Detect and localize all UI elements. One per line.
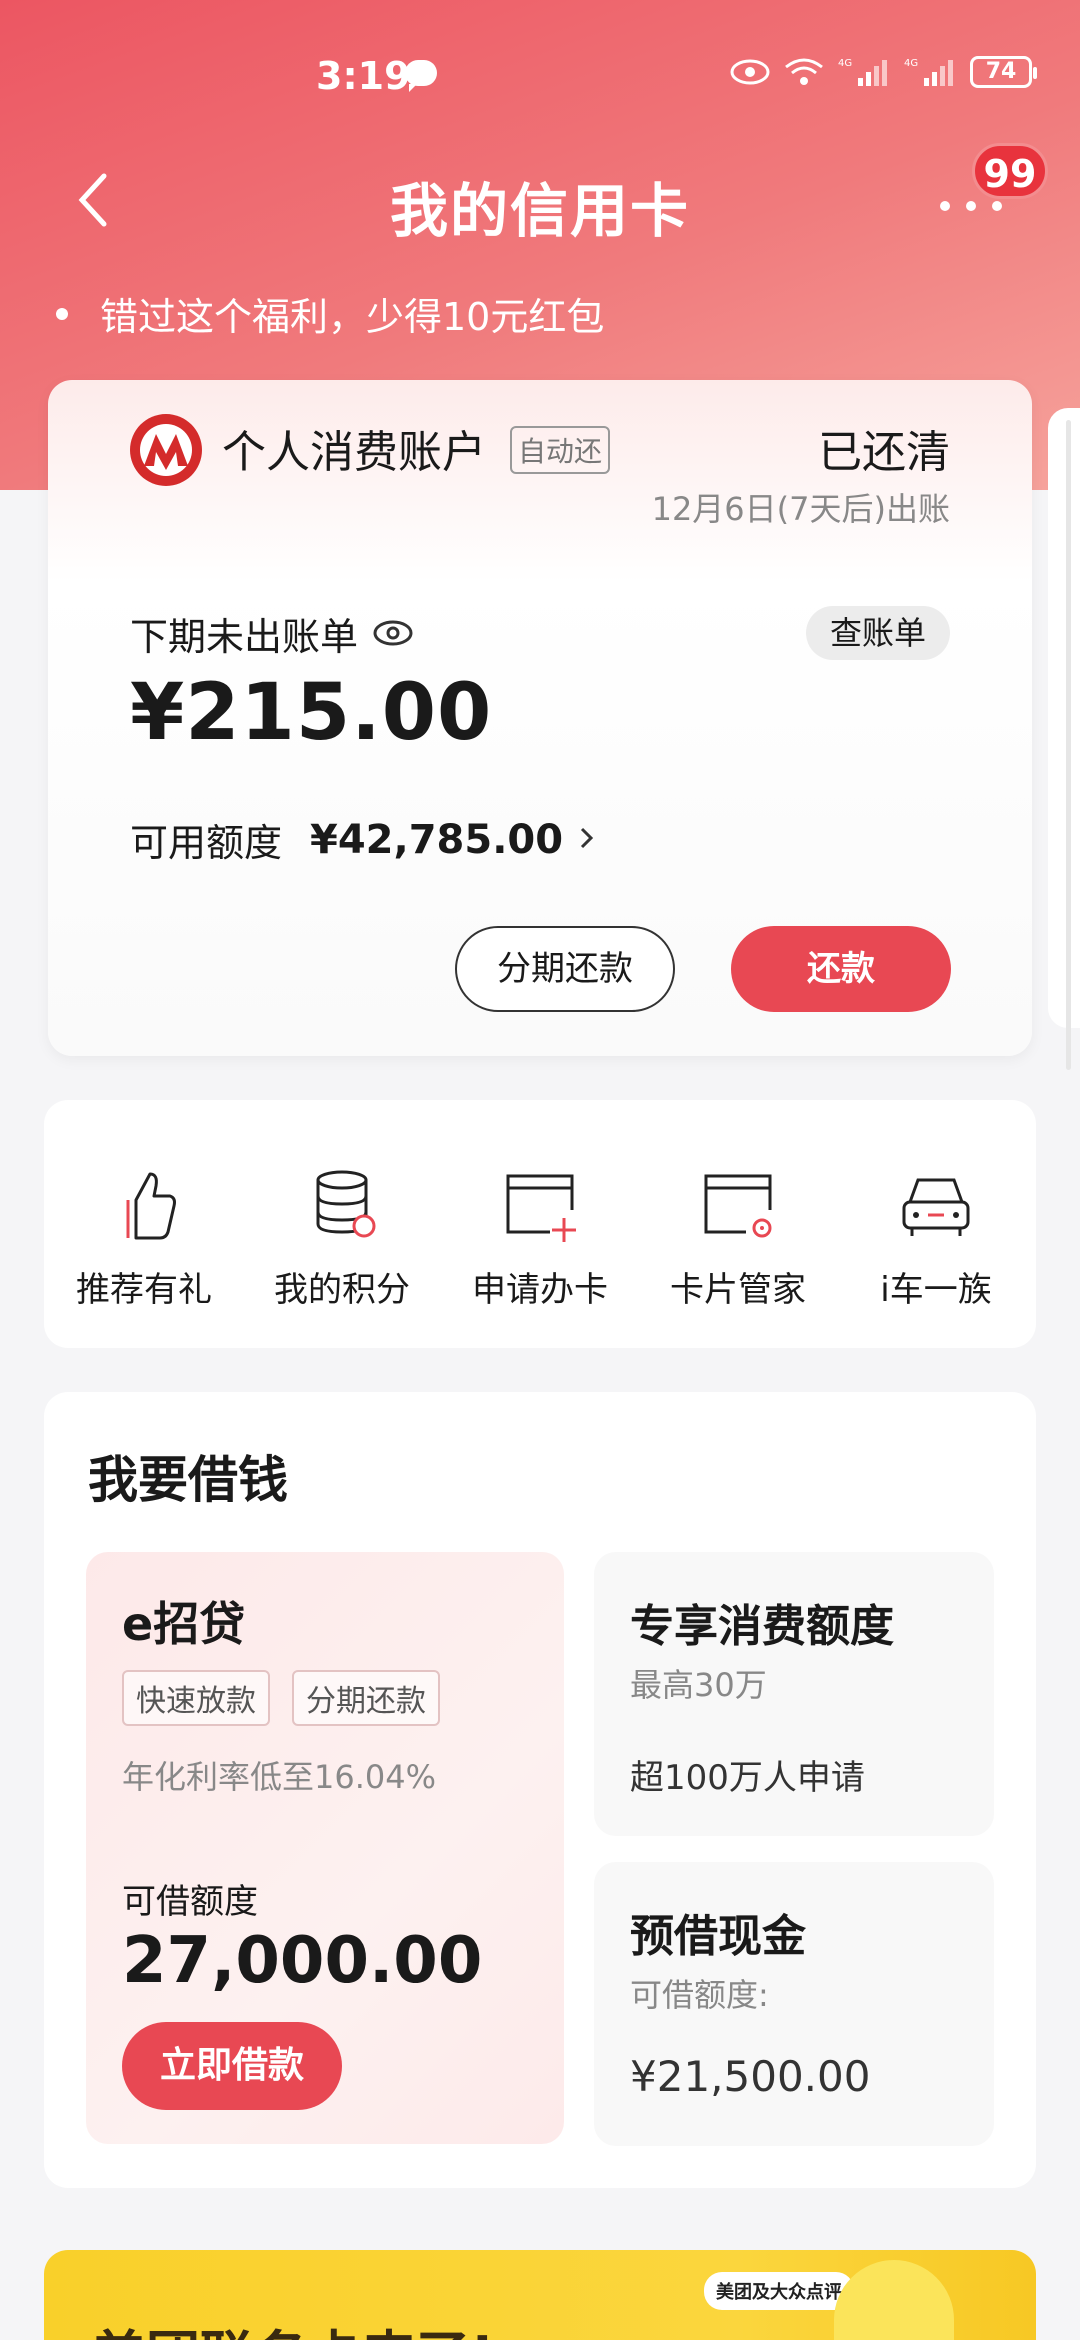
- loan-rate: 年化利率低至16.04%: [122, 1758, 437, 1796]
- limit-label: 可用额度: [130, 821, 283, 865]
- account-name: 个人消费账户: [222, 427, 486, 478]
- battery-indicator: 74: [970, 56, 1037, 88]
- repay-button[interactable]: 还款: [731, 926, 951, 1012]
- loan-tags: 快速放款 分期还款: [122, 1670, 440, 1726]
- cash-advance-card[interactable]: 预借现金 可借额度: ¥21,500.00: [594, 1862, 994, 2146]
- next-card-peek[interactable]: [1048, 408, 1080, 1028]
- page-title: 我的信用卡: [389, 177, 690, 245]
- banner-tag: 美团及大众点评: [704, 2272, 854, 2310]
- quick-action-label: 卡片管家: [670, 1270, 806, 1310]
- apply-card-icon: [490, 1166, 590, 1246]
- auto-repay-tag: 自动还: [510, 426, 611, 474]
- quick-action-label: 推荐有礼: [76, 1270, 212, 1310]
- quick-action-points[interactable]: 我的积分: [242, 1100, 442, 1348]
- wifi-icon: [784, 57, 824, 87]
- e-loan-card[interactable]: e招贷 快速放款 分期还款 年化利率低至16.04% 可借额度 27,000.0…: [86, 1552, 564, 2144]
- view-bill-button[interactable]: 查账单: [805, 606, 950, 660]
- quick-action-label: 申请办卡: [472, 1270, 608, 1310]
- scrollbar[interactable]: [1066, 420, 1071, 1070]
- exclusive-credit-card[interactable]: 专享消费额度 最高30万 超100万人申请: [594, 1552, 994, 1836]
- signal-4g-icon: 4G: [838, 56, 890, 88]
- loan-limit-value: 27,000.00: [122, 1924, 483, 1998]
- card-manager-icon: [688, 1166, 788, 1246]
- points-coins-icon: [292, 1166, 392, 1246]
- cash-title: 预借现金: [630, 1911, 806, 1962]
- mascot-image: [834, 2260, 954, 2340]
- installment-button[interactable]: 分期还款: [455, 926, 675, 1012]
- bank-logo-icon: [130, 414, 202, 486]
- signal-4g-2-icon: 4G: [904, 56, 956, 88]
- status-time: 3:19: [316, 54, 411, 98]
- exclusive-foot: 超100万人申请: [630, 1758, 865, 1798]
- cash-limit-value: ¥21,500.00: [630, 2052, 871, 2101]
- loan-tag: 分期还款: [292, 1670, 440, 1726]
- quick-action-label: 我的积分: [274, 1270, 410, 1310]
- loan-tag: 快速放款: [122, 1670, 270, 1726]
- account-status: 已还清: [818, 427, 950, 478]
- bullet-icon: [56, 307, 68, 320]
- borrow-now-button[interactable]: 立即借款: [122, 2022, 342, 2110]
- quick-action-card-manager[interactable]: 卡片管家: [638, 1100, 838, 1348]
- available-limit-row[interactable]: 可用额度 ¥42,785.00: [130, 812, 597, 867]
- cash-limit-label: 可借额度:: [630, 1976, 769, 2014]
- loan-limit-label: 可借额度: [122, 1882, 258, 1922]
- notification-badge[interactable]: 99: [972, 143, 1048, 199]
- car-icon: [886, 1166, 986, 1246]
- banner-title: 美团联名卡来了!: [92, 2312, 495, 2340]
- quick-action-apply-card[interactable]: 申请办卡: [440, 1100, 640, 1348]
- svg-text:4G: 4G: [838, 58, 852, 69]
- message-notification-icon: [405, 60, 437, 92]
- quick-actions-panel: 推荐有礼 我的积分 申请办卡 卡片管家 i车一族: [44, 1100, 1036, 1348]
- thumbs-up-icon: [94, 1166, 194, 1246]
- borrow-panel: 我要借钱 e招贷 快速放款 分期还款 年化利率低至16.04% 可借额度 27,…: [44, 1392, 1036, 2188]
- quick-action-referral[interactable]: 推荐有礼: [44, 1100, 244, 1348]
- eye-icon: [730, 59, 770, 85]
- quick-action-label: i车一族: [880, 1270, 992, 1310]
- limit-value: ¥42,785.00: [310, 816, 564, 863]
- quick-action-car[interactable]: i车一族: [836, 1100, 1036, 1348]
- eye-toggle-icon[interactable]: [372, 612, 414, 656]
- bill-date: 12月6日(7天后)出账: [651, 490, 950, 528]
- promo-text: 错过这个福利，少得10元红包: [100, 295, 605, 339]
- svg-text:4G: 4G: [904, 58, 918, 69]
- exclusive-title: 专享消费额度: [630, 1601, 894, 1652]
- loan-name: e招贷: [122, 1597, 246, 1651]
- account-card[interactable]: 个人消费账户 自动还 已还清 12月6日(7天后)出账 下期未出账单 ¥215.…: [48, 380, 1032, 1056]
- bill-amount: ¥215.00: [130, 668, 493, 758]
- meituan-card-banner[interactable]: 美团联名卡来了! 美团及大众点评: [44, 2250, 1036, 2340]
- promo-banner[interactable]: 错过这个福利，少得10元红包: [56, 286, 604, 341]
- bill-label-row: 下期未出账单: [130, 606, 414, 661]
- chevron-right-icon: [577, 818, 597, 862]
- section-title: 我要借钱: [88, 1451, 288, 1509]
- bill-label: 下期未出账单: [130, 615, 359, 659]
- status-bar: 3:19 4G 4G 74: [0, 0, 1080, 140]
- status-icons: 4G 4G 74: [730, 56, 1037, 88]
- exclusive-sub: 最高30万: [630, 1666, 767, 1704]
